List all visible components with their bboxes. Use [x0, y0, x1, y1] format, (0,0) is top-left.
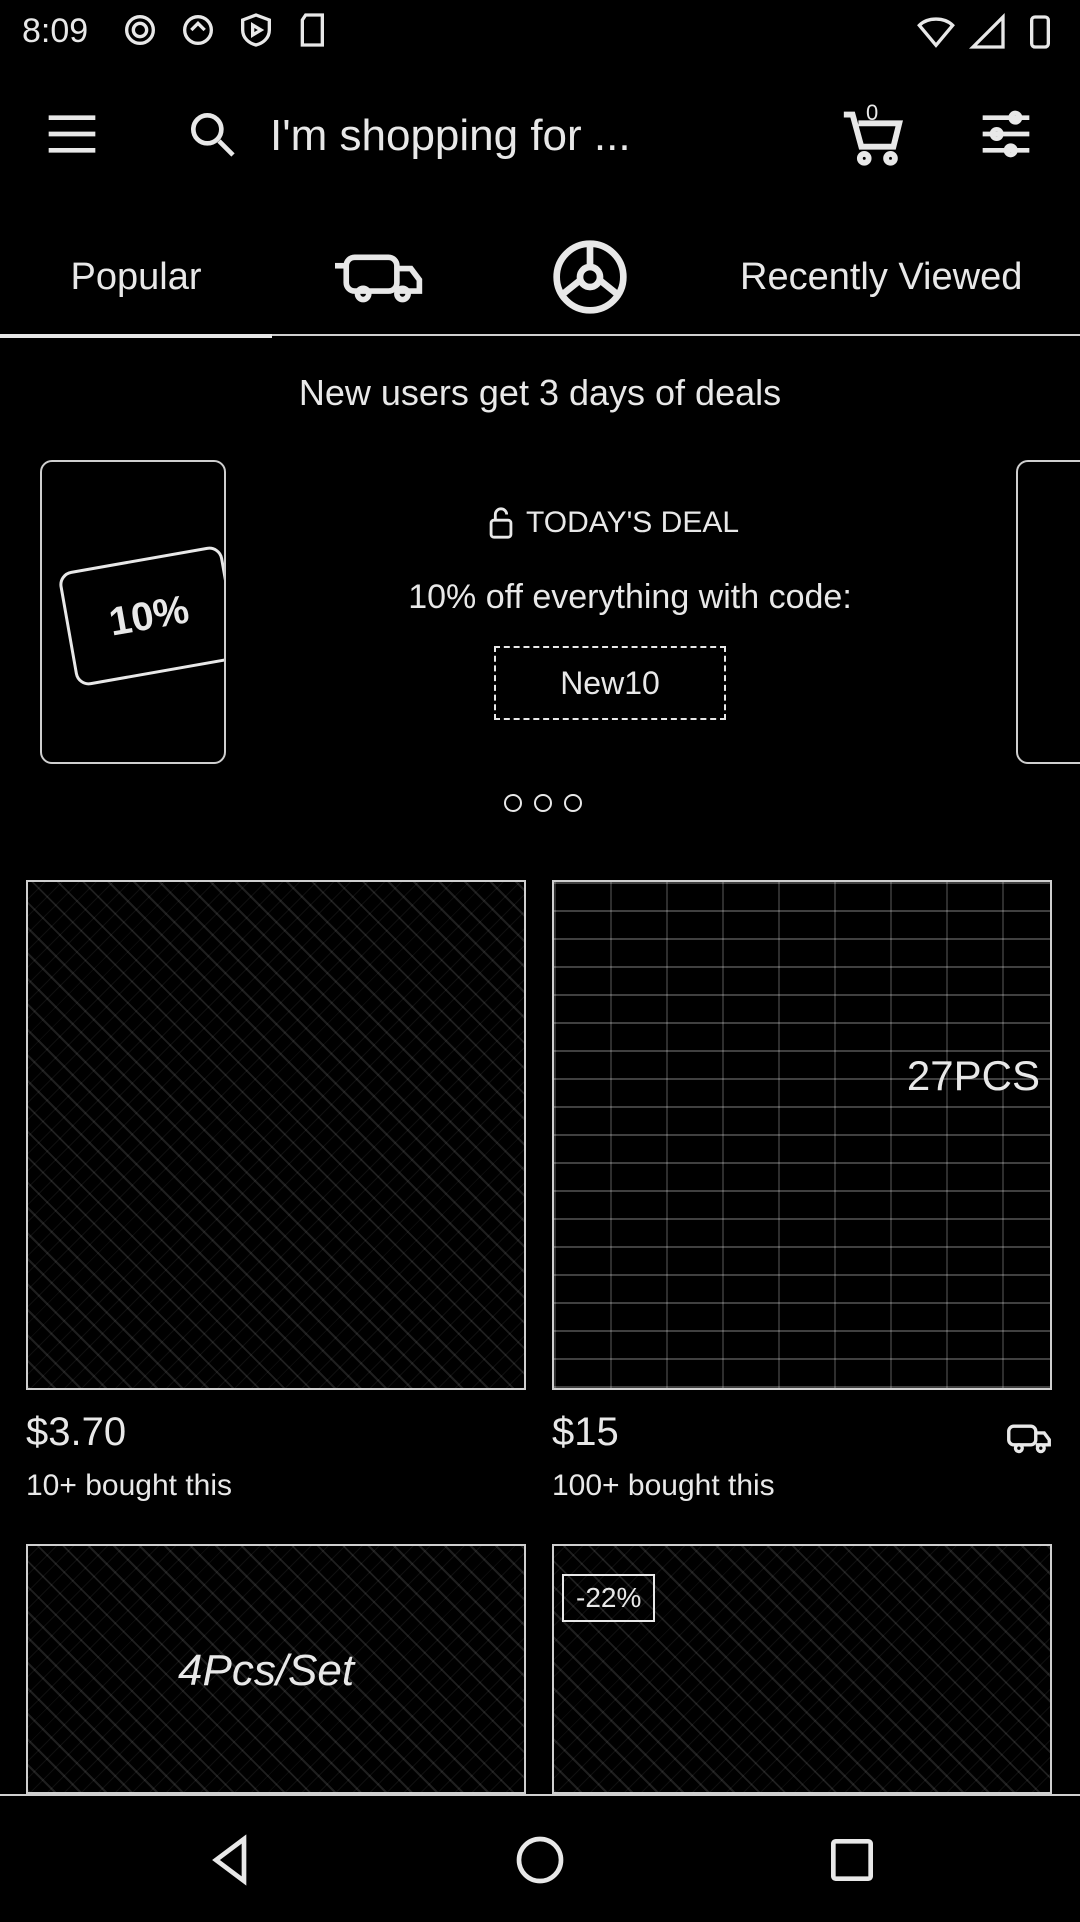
coupon-code[interactable]: New10 [494, 646, 726, 720]
top-bar: 0 [0, 90, 1080, 180]
signal-icon [968, 12, 1008, 52]
product-image [26, 880, 526, 1390]
carousel-dot[interactable] [534, 794, 552, 812]
sd-card-icon [294, 10, 334, 50]
recent-apps-button[interactable] [824, 1832, 880, 1888]
cart-count-badge: 0 [866, 100, 879, 125]
tab-spin-wheel[interactable] [540, 220, 640, 334]
product-bought-count: 100+ bought this [552, 1469, 775, 1502]
search-button[interactable] [184, 106, 240, 162]
tab-label: Recently Viewed [740, 255, 1023, 298]
deal-label: TODAY'S DEAL [486, 506, 739, 540]
hamburger-icon [44, 110, 100, 158]
status-time: 8:09 [22, 12, 89, 50]
deal-label-text: TODAY'S DEAL [526, 506, 740, 539]
wheel-icon [550, 237, 630, 317]
carousel-dot[interactable] [504, 794, 522, 812]
product-image: 27PCS [552, 880, 1052, 1390]
product-price: $3.70 [26, 1410, 127, 1454]
sliders-icon [978, 106, 1034, 162]
product-card[interactable]: 27PCS $15 100+ bought this [552, 880, 1052, 1503]
next-deal-card[interactable] [1016, 460, 1080, 764]
deal-card[interactable]: 10% TODAY'S DEAL 10% off everything with… [40, 460, 1010, 764]
refresh-icon [178, 10, 218, 50]
wifi-icon [916, 12, 956, 52]
status-bar: 8:09 [0, 0, 1080, 64]
system-nav-bar [0, 1794, 1080, 1922]
deal-image: 10% [40, 460, 226, 764]
back-button[interactable] [202, 1832, 258, 1888]
search-input[interactable] [268, 110, 792, 162]
product-image-label: 4Pcs/Set [178, 1646, 355, 1695]
filter-button[interactable] [978, 106, 1034, 162]
product-image: -22% [552, 1544, 1052, 1794]
battery-icon [1020, 12, 1060, 52]
ticket-text: 10% [105, 586, 193, 645]
carousel-dot[interactable] [564, 794, 582, 812]
play-shield-icon [236, 10, 276, 50]
promo-title: New users get 3 days of deals [298, 372, 782, 413]
tab-free-shipping[interactable] [330, 220, 430, 334]
coupon-icon: 10% [57, 544, 224, 688]
status-icons-right [916, 12, 1060, 52]
delivery-truck-icon [335, 247, 425, 307]
home-circle-icon [512, 1832, 568, 1888]
product-card[interactable]: 4Pcs/Set [26, 1544, 526, 1794]
search-icon [184, 106, 240, 162]
category-tabs: Popular Recently Viewed [0, 220, 1080, 338]
recent-square-icon [824, 1832, 880, 1888]
product-card[interactable]: -22% [552, 1544, 1052, 1794]
status-icons-left [120, 10, 334, 50]
product-image-label: 27PCS [906, 1052, 1040, 1099]
product-bought-count: 10+ bought this [26, 1469, 233, 1502]
back-triangle-icon [202, 1832, 258, 1888]
tab-recently-viewed[interactable]: Recently Viewed [740, 220, 1080, 334]
carousel-dots [504, 794, 582, 812]
lock-icon [486, 506, 516, 540]
deal-text: 10% off everything with code: [408, 578, 852, 616]
product-price: $15 [552, 1410, 619, 1454]
discount-badge: -22% [562, 1574, 656, 1622]
product-card[interactable]: $3.70 10+ bought this [26, 880, 526, 1503]
cart-button[interactable]: 0 [838, 100, 908, 170]
gear-icon [120, 10, 160, 50]
home-button[interactable] [512, 1832, 568, 1888]
menu-button[interactable] [44, 110, 100, 158]
tab-popular[interactable]: Popular [0, 220, 272, 338]
free-shipping-truck-icon [1002, 1418, 1056, 1458]
tab-label: Popular [70, 255, 202, 298]
product-image: 4Pcs/Set [26, 1544, 526, 1794]
